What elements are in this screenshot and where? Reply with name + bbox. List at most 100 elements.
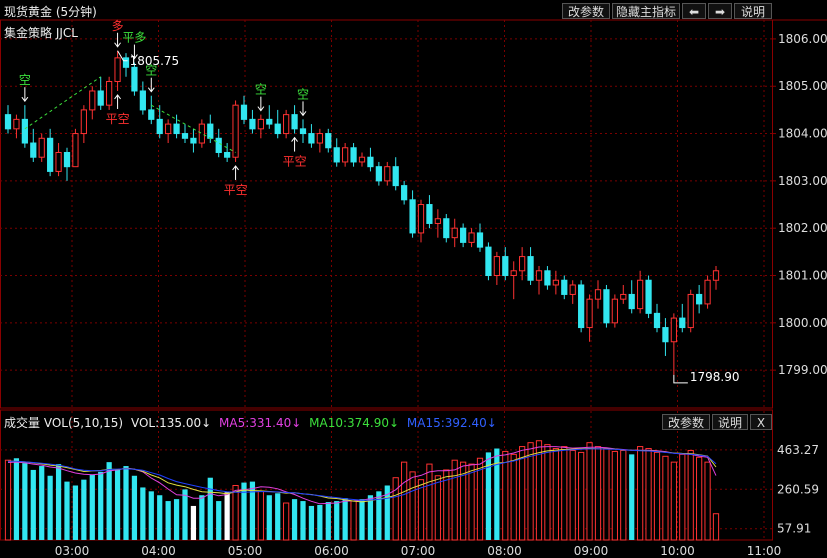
volume-params-button[interactable]: 改参数 [662, 414, 710, 430]
volume-bar [308, 505, 315, 540]
volume-bar [409, 471, 416, 541]
candle-body [552, 279, 559, 286]
volume-bar [224, 492, 230, 540]
volume-bar [216, 501, 222, 540]
candle-body [687, 293, 694, 329]
volume-bar [140, 487, 146, 540]
candle-body [325, 133, 332, 149]
volume-bar [106, 462, 112, 540]
chart-canvas: 1799.00 1800.00 1801.00 1802.00 1803.00 1804.… [0, 19, 827, 558]
volume-bar [578, 451, 585, 541]
candle-body [510, 270, 517, 277]
volume-bar [696, 456, 703, 541]
time-tick-label: 10:00 [660, 544, 695, 558]
candle-body [131, 66, 138, 92]
volume-bar [131, 475, 138, 540]
volume-help-button[interactable]: 说明 [712, 414, 748, 430]
candle-body [122, 57, 130, 68]
candle-body [662, 327, 669, 343]
volume-bar [148, 491, 154, 540]
candle-body [586, 298, 593, 329]
volume-bar [232, 485, 239, 541]
price-tick-label: 1800.00 [778, 316, 827, 330]
candle-body [63, 151, 71, 168]
candle-body [493, 256, 500, 277]
candle-body [358, 156, 366, 163]
candle-body [316, 133, 323, 144]
candle-body [291, 114, 298, 130]
candle-body [215, 137, 222, 153]
candle-body [308, 133, 315, 144]
volume-bar [291, 499, 298, 540]
params-button[interactable]: 改参数 [562, 3, 610, 19]
candle-body [561, 279, 568, 295]
volume-bar [535, 440, 543, 541]
candle-body [417, 204, 425, 234]
candle-body [190, 137, 197, 144]
candle-body [333, 147, 340, 163]
candle-body [392, 166, 399, 187]
volume-bar [13, 458, 20, 540]
hide-indicator-button[interactable]: 隐藏主指标 [612, 3, 680, 19]
scroll-right-button[interactable]: ➡ [708, 3, 732, 19]
volume-bar [494, 448, 500, 540]
volume-bar [342, 498, 348, 540]
candle-body [114, 57, 121, 83]
candle-body [30, 142, 37, 158]
volume-close-button[interactable]: X [750, 414, 772, 430]
ma5-value: MA5:331.40↓ [219, 416, 302, 430]
ma5-line [7, 446, 717, 505]
candle-body [257, 118, 264, 130]
scroll-left-button[interactable]: ⬅ [682, 3, 706, 19]
volume-bar [561, 446, 568, 541]
volume-bar [367, 495, 374, 540]
candle-body [544, 270, 551, 286]
candle-body [283, 114, 290, 135]
volume-bar [123, 466, 129, 540]
volume-bar [662, 455, 669, 541]
price-tick-label: 1806.00 [778, 32, 827, 46]
signal-label: 平多 [122, 31, 146, 45]
time-tick-label: 09:00 [574, 544, 609, 558]
candle-body [519, 256, 526, 272]
volume-bar [569, 449, 576, 541]
candle-body [299, 128, 307, 135]
candle-body [451, 227, 458, 239]
help-button[interactable]: 说明 [734, 3, 772, 19]
candle-body [460, 227, 467, 243]
candle-body [679, 317, 686, 329]
candle-body [384, 166, 391, 182]
volume-bar [334, 501, 340, 540]
candle-body [274, 123, 281, 135]
volume-bar [55, 464, 62, 540]
candle-body [375, 166, 382, 182]
candle-body [637, 279, 644, 310]
candle-body [97, 90, 104, 106]
price-tick-label: 1805.00 [778, 79, 827, 93]
volume-tick-label: 463.27 [777, 443, 819, 457]
volume-bar [510, 453, 517, 541]
signal-label: 空 [297, 87, 309, 101]
signal-layer: 空多平多平空空平空空 空平空 [19, 19, 309, 197]
volume-bar [620, 449, 627, 541]
candle-body [485, 246, 492, 277]
volume-bar [182, 489, 188, 540]
candle-body [527, 256, 534, 281]
candle-body [594, 289, 602, 300]
volume-bar [266, 495, 272, 540]
volume-bar [552, 448, 559, 541]
candle-body [47, 137, 54, 172]
candle-body [434, 218, 441, 224]
volume-tick-label: 57.91 [777, 522, 811, 536]
candle-body [535, 270, 543, 281]
volume-bar [157, 495, 163, 540]
volume-bar [207, 477, 213, 540]
signal-label: 空 [19, 73, 31, 87]
volume-indicator-name: 成交量 VOL(5,10,15) [4, 416, 124, 430]
candle-body [409, 199, 416, 234]
candle-body [89, 90, 96, 111]
volume-bar [64, 481, 70, 540]
candle-body [198, 123, 205, 144]
volume-bar [687, 449, 694, 541]
price-tick-label: 1803.00 [778, 174, 827, 188]
